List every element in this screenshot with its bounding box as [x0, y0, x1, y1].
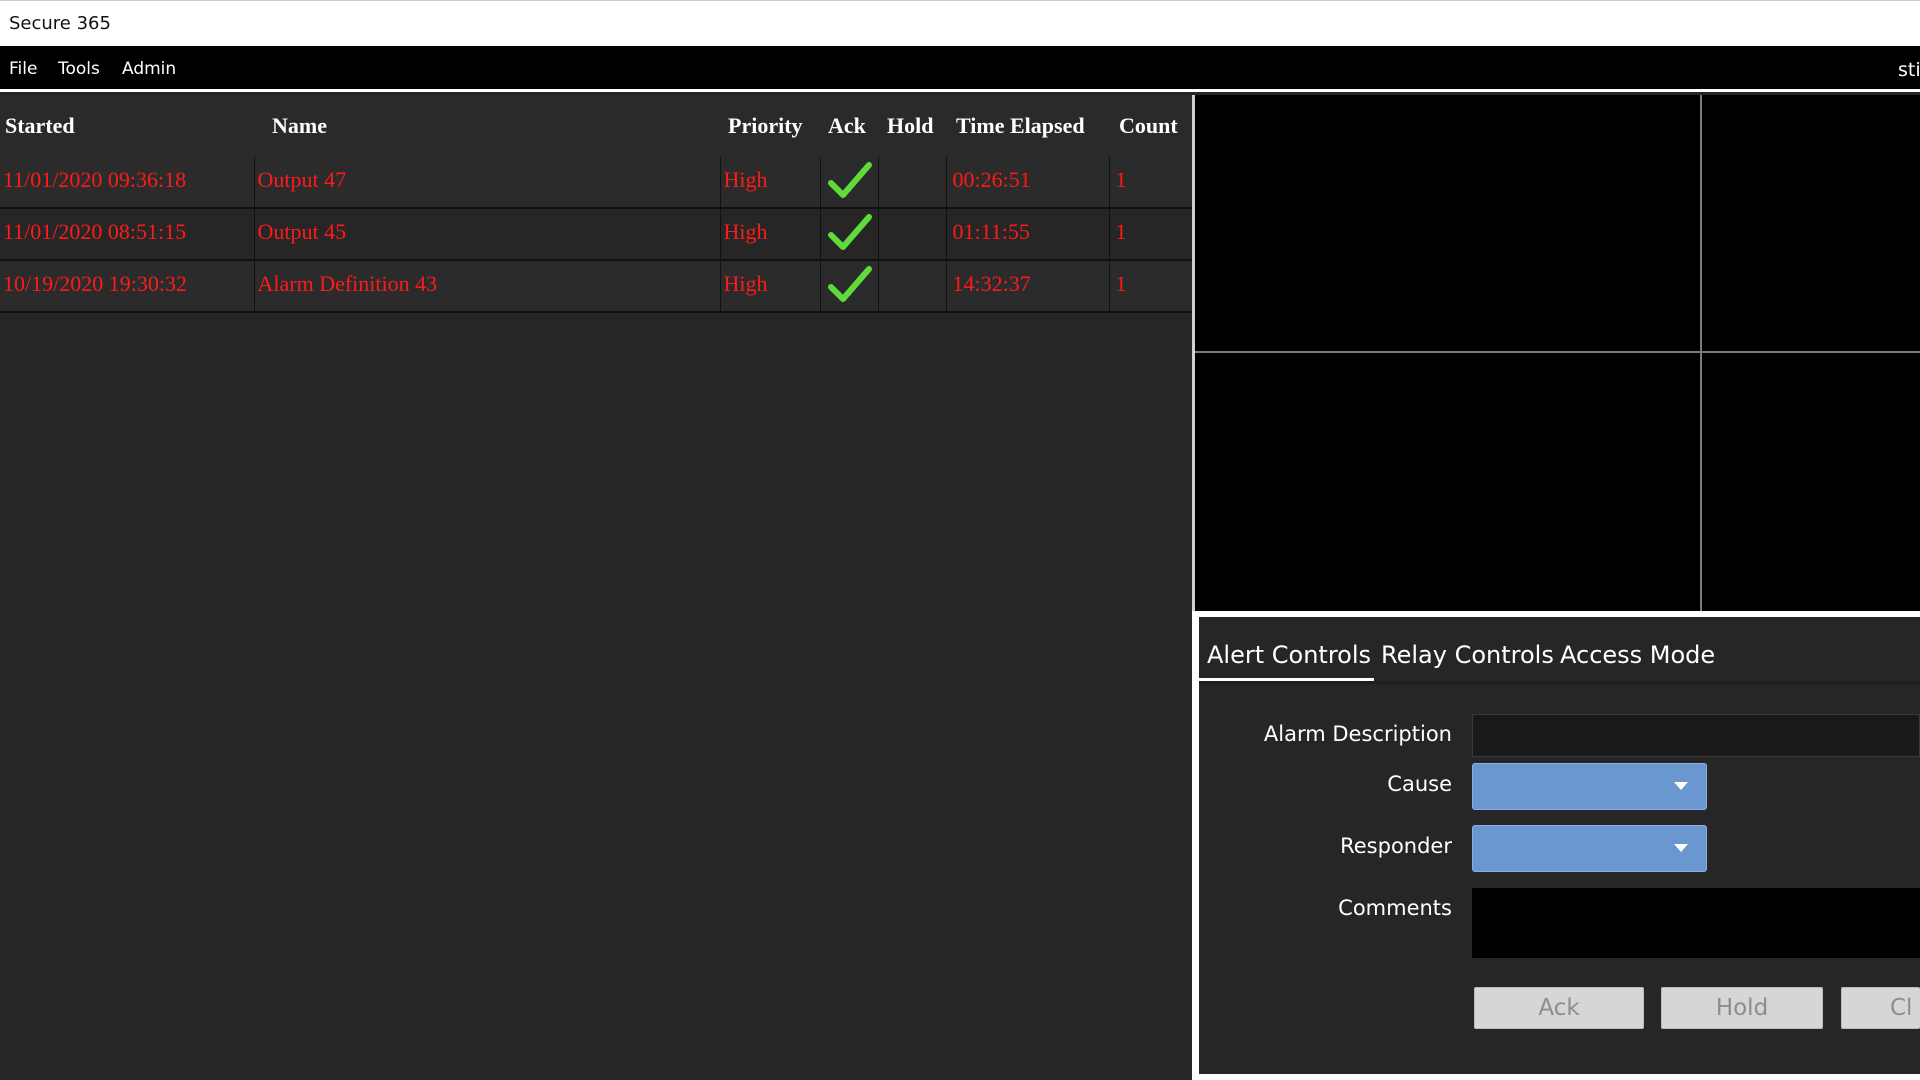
cell-ack [820, 157, 879, 209]
tab-alert-controls[interactable]: Alert Controls [1207, 641, 1371, 669]
cell-elapsed: 14:32:37 [946, 260, 1110, 313]
column-header-hold[interactable]: Hold [878, 95, 946, 157]
alarm-table: Started Name Priority Ack Hold Time Elap… [0, 95, 1193, 313]
controls-panel: Alert Controls Relay Controls Access Mod… [1192, 611, 1920, 1080]
tab-access-mode[interactable]: Access Mode [1560, 641, 1715, 669]
comments-label: Comments [1338, 896, 1452, 920]
cell-started: 11/01/2020 08:51:15 [0, 208, 255, 261]
cell-priority: High [720, 157, 821, 209]
menu-bar: File Tools Admin sti [0, 46, 1920, 92]
camera-tile-3[interactable] [1195, 353, 1700, 611]
alarm-list-panel: Started Name Priority Ack Hold Time Elap… [0, 95, 1193, 1080]
cell-count: 1 [1109, 208, 1193, 261]
cause-label: Cause [1387, 772, 1452, 796]
checkmark-icon [827, 214, 872, 250]
cell-hold [878, 208, 947, 261]
table-row[interactable]: 10/19/2020 19:30:32 Alarm Definition 43 … [0, 260, 1193, 313]
cell-name: Output 45 [254, 208, 721, 261]
camera-grid [1192, 95, 1920, 611]
menu-tools[interactable]: Tools [58, 59, 100, 79]
cause-dropdown[interactable] [1472, 763, 1707, 810]
alarm-description-input[interactable] [1472, 714, 1920, 757]
tab-relay-controls[interactable]: Relay Controls [1381, 641, 1554, 669]
cell-hold [878, 260, 947, 313]
user-label[interactable]: sti [1898, 59, 1920, 81]
controls-panel-body: Alert Controls Relay Controls Access Mod… [1199, 617, 1920, 1074]
grid-divider-horizontal [1195, 351, 1920, 353]
column-header-started[interactable]: Started [0, 95, 254, 157]
camera-tile-4[interactable] [1702, 353, 1920, 611]
alarm-table-header: Started Name Priority Ack Hold Time Elap… [0, 95, 1192, 157]
column-header-priority[interactable]: Priority [720, 95, 820, 157]
cell-name: Alarm Definition 43 [254, 260, 721, 313]
menu-admin[interactable]: Admin [122, 59, 176, 79]
cell-priority: High [720, 208, 821, 261]
cell-elapsed: 01:11:55 [946, 208, 1110, 261]
cell-priority: High [720, 260, 821, 313]
clear-button[interactable]: Cl [1841, 987, 1920, 1029]
responder-label: Responder [1340, 834, 1452, 858]
column-header-count[interactable]: Count [1109, 95, 1192, 157]
checkmark-icon [827, 162, 872, 198]
checkmark-icon [827, 266, 872, 302]
camera-tile-2[interactable] [1702, 95, 1920, 351]
chevron-down-icon [1674, 782, 1688, 790]
active-tab-indicator [1199, 678, 1374, 681]
cell-ack [820, 260, 879, 313]
cell-ack [820, 208, 879, 261]
menu-file[interactable]: File [9, 59, 37, 79]
cell-started: 10/19/2020 19:30:32 [0, 260, 255, 313]
cell-started: 11/01/2020 09:36:18 [0, 157, 255, 209]
cell-name: Output 47 [254, 157, 721, 209]
alarm-description-label: Alarm Description [1263, 722, 1452, 746]
grid-divider-vertical [1700, 95, 1702, 611]
column-header-name[interactable]: Name [254, 95, 720, 157]
ack-button[interactable]: Ack [1474, 987, 1644, 1029]
table-row[interactable]: 11/01/2020 09:36:18 Output 47 High 00:26… [0, 157, 1193, 209]
cell-count: 1 [1109, 260, 1193, 313]
window-title: Secure 365 [9, 13, 111, 34]
responder-dropdown[interactable] [1472, 825, 1707, 872]
chevron-down-icon [1674, 844, 1688, 852]
column-header-ack[interactable]: Ack [820, 95, 878, 157]
camera-tile-1[interactable] [1195, 95, 1700, 351]
table-row[interactable]: 11/01/2020 08:51:15 Output 45 High 01:11… [0, 208, 1193, 261]
hold-button[interactable]: Hold [1661, 987, 1823, 1029]
cell-elapsed: 00:26:51 [946, 157, 1110, 209]
tab-strip-divider [1199, 681, 1920, 684]
comments-field[interactable] [1472, 888, 1920, 958]
column-header-time-elapsed[interactable]: Time Elapsed [946, 95, 1109, 157]
cell-hold [878, 157, 947, 209]
title-bar: Secure 365 [0, 0, 1920, 46]
cell-count: 1 [1109, 157, 1193, 209]
